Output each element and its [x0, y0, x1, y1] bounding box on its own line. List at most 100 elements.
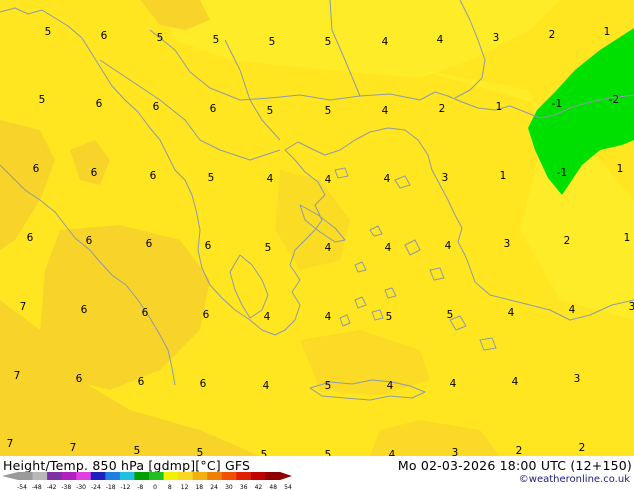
- temp-label: 6: [205, 240, 212, 252]
- scale-tick-label: 36: [240, 484, 248, 490]
- temp-label: 6: [142, 307, 149, 319]
- temp-label: 4: [325, 174, 332, 186]
- scale-swatch: [18, 472, 33, 480]
- temp-label: 4: [445, 240, 452, 252]
- temp-label: 5: [386, 311, 393, 323]
- scale-swatch: [207, 472, 223, 480]
- temp-label: 4: [450, 378, 457, 390]
- scale-swatch: [236, 472, 252, 480]
- scale-swatch: [163, 472, 179, 480]
- temp-label: 3: [452, 447, 459, 456]
- scale-swatch: [192, 472, 208, 480]
- temp-label: 3: [493, 32, 500, 44]
- scale-swatch: [149, 472, 164, 480]
- scale-swatch: [221, 472, 237, 480]
- temp-label: 6: [101, 30, 108, 42]
- temp-label: 5: [267, 105, 274, 117]
- temp-label: 4: [569, 304, 576, 316]
- scale-swatch: [47, 472, 63, 480]
- temp-label: 3: [442, 172, 449, 184]
- scale-tick-label: 54: [284, 484, 292, 490]
- temp-label: 6: [200, 378, 207, 390]
- temp-label: 4: [264, 311, 271, 323]
- temp-label: 6: [27, 232, 34, 244]
- scale-tick-label: 42: [255, 484, 263, 490]
- temp-label: 6: [146, 238, 153, 250]
- temp-label: 4: [387, 380, 394, 392]
- scale-arrow-left: [2, 472, 18, 480]
- temp-label: 3: [574, 373, 581, 385]
- temp-label: 7: [20, 301, 27, 313]
- scale-tick-label: 48: [269, 484, 277, 490]
- temp-label: 2: [439, 103, 446, 115]
- temp-label: 6: [153, 101, 160, 113]
- scale-tick-label: -12: [120, 484, 130, 490]
- temp-label: 4: [325, 242, 332, 254]
- temp-label: 7: [7, 438, 14, 450]
- scale-swatch: [105, 472, 121, 480]
- temp-label: 5: [134, 445, 141, 456]
- temp-label: 5: [269, 36, 276, 48]
- credit-link[interactable]: ©weatheronline.co.uk: [519, 474, 630, 485]
- scale-tick-label: 24: [210, 484, 218, 490]
- temp-label: 4: [385, 242, 392, 254]
- scale-swatch: [250, 472, 266, 480]
- scale-swatch: [265, 472, 281, 480]
- scale-tick-label: -38: [61, 484, 71, 490]
- temp-label: 5: [157, 32, 164, 44]
- temp-label: -1: [552, 98, 562, 110]
- scale-swatch: [119, 472, 135, 480]
- temp-label: 6: [96, 98, 103, 110]
- color-scale: -54 -48 -42 -38 -30 -24 -18 -12 -8 0 8 12 18 24 30 36 42…: [2, 472, 292, 490]
- color-scale-bar: [2, 472, 292, 480]
- temp-label: 6: [91, 167, 98, 179]
- temp-label: 7: [14, 370, 21, 382]
- temp-label: 5: [325, 380, 332, 392]
- scale-swatch: [61, 472, 77, 480]
- scale-arrow-right: [280, 472, 292, 480]
- scale-tick-label: -18: [106, 484, 116, 490]
- temp-label: 5: [447, 309, 454, 321]
- temp-label: 6: [76, 373, 83, 385]
- temp-label: 2: [564, 235, 571, 247]
- temp-label: 4: [437, 34, 444, 46]
- temp-label: 4: [508, 307, 515, 319]
- temp-label: 4: [267, 173, 274, 185]
- temp-label: 6: [138, 376, 145, 388]
- scale-tick-label: -42: [47, 484, 57, 490]
- scale-swatch: [32, 472, 48, 480]
- temp-label: 1: [617, 163, 624, 175]
- scale-tick-label: 18: [195, 484, 203, 490]
- scale-swatch: [178, 472, 194, 480]
- temp-label: 4: [382, 36, 389, 48]
- scale-tick-label: 0: [153, 484, 157, 490]
- temp-label: 5: [325, 36, 332, 48]
- scale-tick-label: 8: [168, 484, 172, 490]
- temp-label: -2: [609, 94, 619, 106]
- temp-label: 4: [382, 105, 389, 117]
- temp-label: 4: [263, 380, 270, 392]
- temp-label: 6: [150, 170, 157, 182]
- temp-label: 5: [208, 172, 215, 184]
- weather-map: 5 6 5 5 5 5 4 4 3 2 1 5 6 6 6 5 5 4 2 1 -1 -2 6 6 6 5 4 4 4 3 1 -1 1 6 6 6 6…: [0, 0, 634, 456]
- temp-label: 6: [81, 304, 88, 316]
- temp-label: 5: [265, 242, 272, 254]
- temp-label: 2: [579, 442, 586, 454]
- temp-label: 6: [210, 103, 217, 115]
- temp-label: 6: [86, 235, 93, 247]
- temp-label: 3: [629, 301, 634, 313]
- scale-swatch: [76, 472, 92, 480]
- temp-label: 5: [325, 449, 332, 456]
- temp-label: 2: [549, 29, 556, 41]
- temp-label: 4: [384, 173, 391, 185]
- temp-label: 6: [203, 309, 210, 321]
- temp-label: 5: [213, 34, 220, 46]
- temp-label: 1: [604, 26, 611, 38]
- temp-label: 3: [504, 238, 511, 250]
- temp-label: 7: [70, 442, 77, 454]
- scale-tick-label: -48: [32, 484, 42, 490]
- temp-label: 5: [325, 105, 332, 117]
- temp-label: 2: [516, 445, 523, 456]
- temp-label: 1: [624, 232, 631, 244]
- temp-label: 4: [389, 449, 396, 456]
